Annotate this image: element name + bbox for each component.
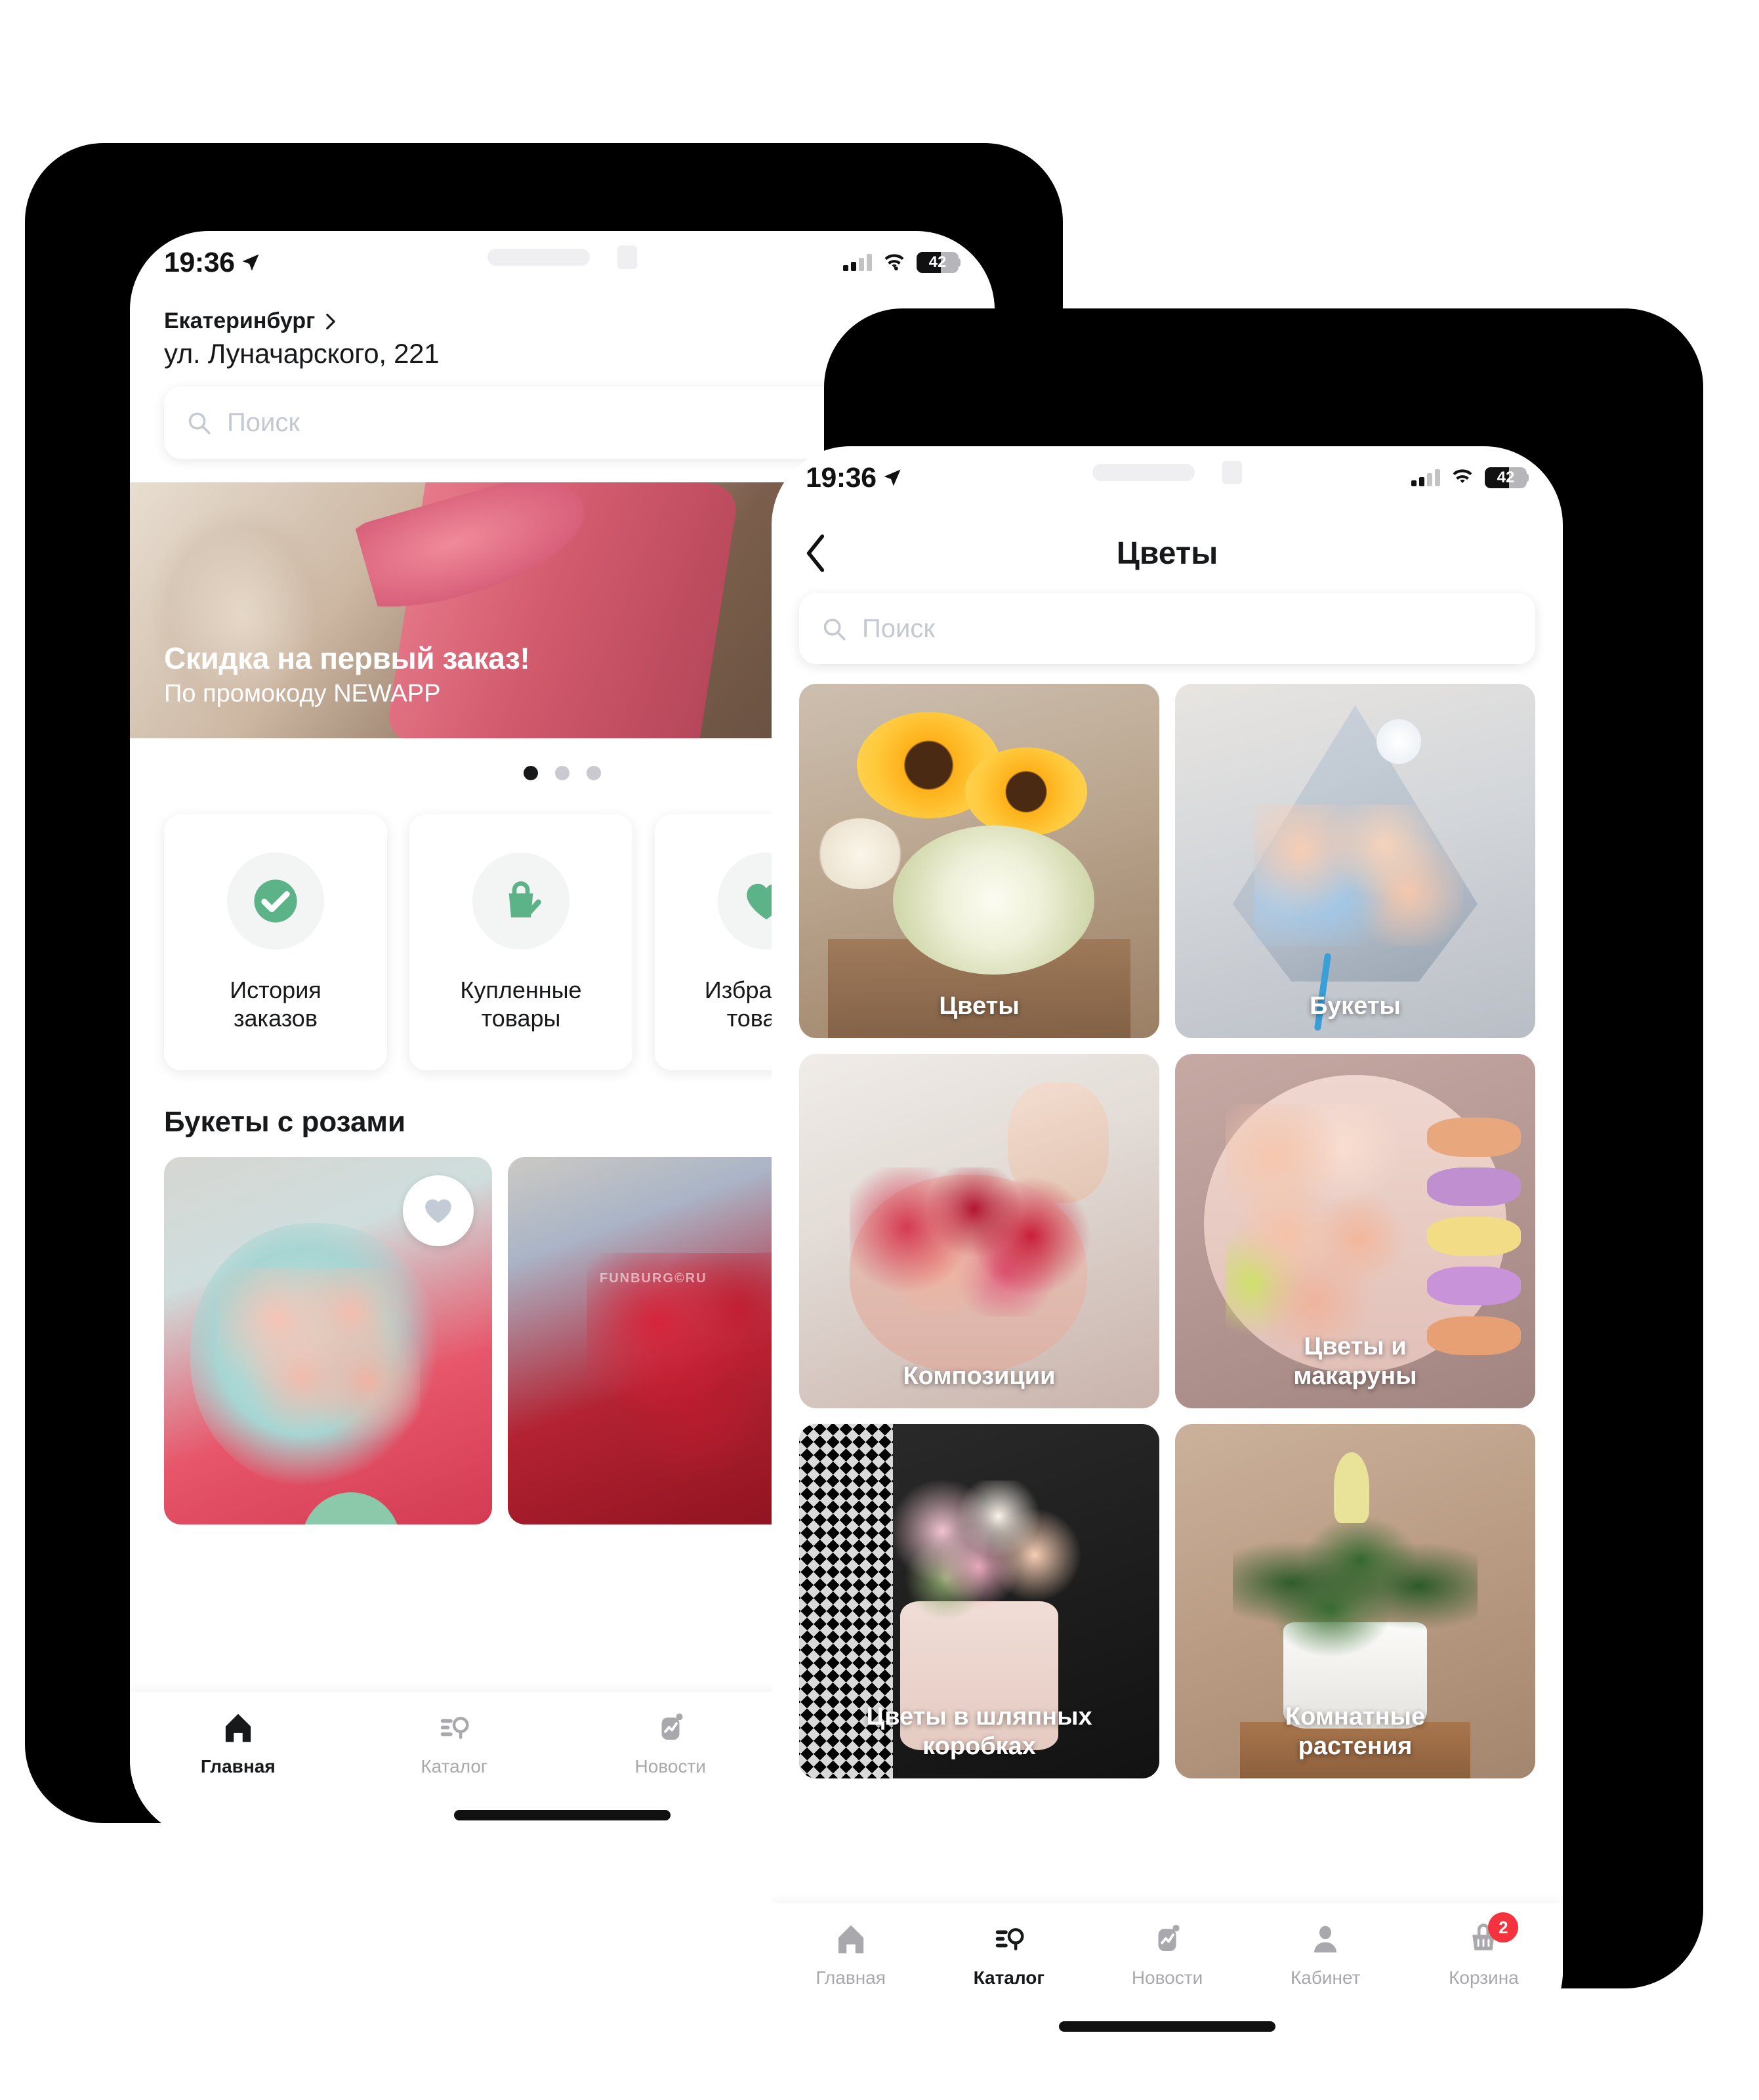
- home-indicator: [1059, 2021, 1275, 2032]
- tab-label: Главная: [200, 1756, 276, 1776]
- search-input[interactable]: Поиск: [799, 593, 1535, 664]
- tab-news[interactable]: Новости: [1088, 1920, 1246, 1988]
- tab-label: Новости: [1131, 1967, 1203, 1988]
- category-label: Композиции: [903, 1362, 1056, 1391]
- carousel-dot[interactable]: [555, 766, 569, 780]
- carousel-dot[interactable]: [524, 766, 538, 780]
- location-arrow-icon: [242, 254, 259, 271]
- status-time: 19:36: [164, 246, 235, 278]
- wifi-icon: [1453, 469, 1472, 484]
- news-icon: [653, 1709, 688, 1747]
- product-watermark: FUNBURG©RU: [600, 1270, 707, 1286]
- category-label: Комнатные растения: [1285, 1703, 1426, 1761]
- category-tile-bouquets[interactable]: Букеты: [1175, 684, 1535, 1038]
- battery-icon: 42: [1485, 467, 1527, 488]
- tab-label: Корзина: [1449, 1967, 1519, 1988]
- banner-subtitle: По промокоду NEWAPP: [164, 680, 441, 707]
- quick-action-label: История заказов: [230, 976, 321, 1032]
- category-label: Букеты: [1310, 992, 1401, 1020]
- cellular-signal-icon: [843, 254, 872, 271]
- tab-home[interactable]: Главная: [130, 1709, 346, 1777]
- search-icon: [823, 618, 846, 640]
- category-tile-flowers[interactable]: Цветы: [799, 684, 1159, 1038]
- status-time: 19:36: [806, 461, 877, 494]
- home-indicator: [454, 1810, 671, 1820]
- quick-action-order-history[interactable]: История заказов: [164, 814, 387, 1070]
- tab-account[interactable]: Кабинет: [1247, 1920, 1405, 1988]
- clock-check-icon: [227, 852, 324, 950]
- status-bar: 19:36 42: [130, 231, 995, 294]
- category-tile-house-plants[interactable]: Комнатные растения: [1175, 1424, 1535, 1778]
- tab-label: Главная: [816, 1967, 886, 1988]
- app-mockup-stage: 19:36 42 Екатеринбург ул. Луначарского, …: [0, 0, 1759, 2100]
- battery-icon: 42: [917, 252, 959, 273]
- catalog-screen-phone: 19:36 42 Цветы Поиск Цветы Букеты Композ…: [772, 446, 1563, 2050]
- city-label: Екатеринбург: [164, 308, 316, 333]
- tab-cart[interactable]: 2 Корзина: [1405, 1912, 1563, 1988]
- battery-percent: 42: [1497, 469, 1515, 486]
- catalog-icon: [991, 1920, 1027, 1958]
- cart-badge: 2: [1488, 1912, 1519, 1942]
- carousel-dot[interactable]: [587, 766, 601, 780]
- search-placeholder: Поиск: [862, 614, 935, 643]
- category-grid: Цветы Букеты Композиции Цветы и макаруны …: [772, 664, 1563, 1778]
- bottom-tabbar: Главная Каталог: [772, 1903, 1563, 2050]
- category-tile-flowers-and-macarons[interactable]: Цветы и макаруны: [1175, 1054, 1535, 1408]
- home-icon: [220, 1709, 256, 1747]
- wifi-icon: [884, 254, 904, 271]
- search-icon: [188, 412, 211, 434]
- tab-label: Каталог: [421, 1756, 488, 1776]
- search-placeholder: Поиск: [227, 408, 300, 437]
- tab-label: Кабинет: [1290, 1967, 1361, 1988]
- tab-news[interactable]: Новости: [562, 1709, 779, 1777]
- chevron-right-icon: [326, 313, 336, 329]
- location-arrow-icon: [884, 469, 901, 486]
- catalog-icon: [436, 1709, 472, 1747]
- category-label: Цветы: [939, 992, 1020, 1020]
- cellular-signal-icon: [1411, 469, 1440, 486]
- favorite-button[interactable]: [403, 1175, 474, 1246]
- category-label: Цветы в шляпных коробках: [866, 1703, 1092, 1761]
- category-tile-flowers-in-hat-boxes[interactable]: Цветы в шляпных коробках: [799, 1424, 1159, 1778]
- home-icon: [833, 1920, 869, 1958]
- quick-action-purchased-goods[interactable]: Купленные товары: [409, 814, 632, 1070]
- tab-home[interactable]: Главная: [772, 1920, 930, 1988]
- bag-check-icon: [472, 852, 569, 950]
- category-label: Цветы и макаруны: [1293, 1333, 1417, 1391]
- city-selector[interactable]: Екатеринбург: [164, 308, 961, 334]
- battery-percent: 42: [928, 253, 947, 271]
- tab-catalog[interactable]: Каталог: [346, 1709, 563, 1777]
- status-bar: 19:36 42: [772, 446, 1563, 509]
- tab-label: Каталог: [973, 1967, 1045, 1988]
- tab-catalog[interactable]: Каталог: [930, 1920, 1088, 1988]
- category-tile-compositions[interactable]: Композиции: [799, 1054, 1159, 1408]
- page-title: Цветы: [1116, 536, 1218, 571]
- tab-label: Новости: [634, 1756, 706, 1776]
- heart-icon: [425, 1199, 451, 1223]
- quick-action-label: Купленные товары: [460, 976, 582, 1032]
- navigation-bar: Цветы: [772, 509, 1563, 581]
- banner-title: Скидка на первый заказ!: [164, 641, 530, 675]
- basket-icon: 2: [1466, 1912, 1519, 1958]
- person-icon: [1308, 1920, 1343, 1958]
- news-icon: [1149, 1920, 1185, 1958]
- product-card[interactable]: [164, 1157, 492, 1524]
